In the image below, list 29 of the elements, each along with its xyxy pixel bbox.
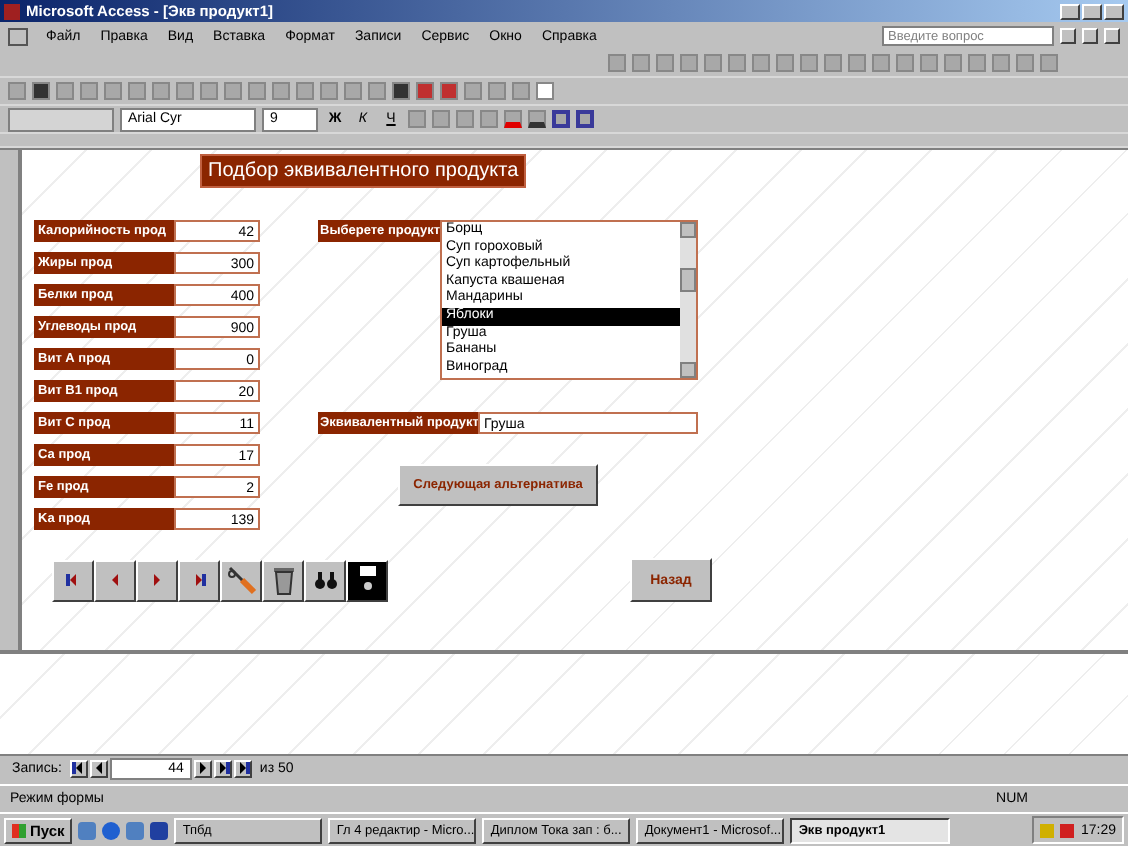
- tray-icon[interactable]: [1060, 823, 1075, 837]
- next-record-button[interactable]: [193, 759, 212, 777]
- scroll-down-icon[interactable]: [680, 362, 696, 378]
- minimize-button[interactable]: [1060, 3, 1080, 19]
- prev-record-button[interactable]: [94, 559, 136, 601]
- scroll-up-icon[interactable]: [680, 222, 696, 238]
- trash-can-icon: [269, 564, 297, 596]
- binoculars-button[interactable]: [304, 559, 346, 601]
- restore-button[interactable]: [1082, 3, 1102, 19]
- first-record-button[interactable]: [52, 559, 94, 601]
- scissors-icon: [225, 564, 257, 596]
- first-record-button[interactable]: [69, 759, 88, 777]
- scroll-thumb[interactable]: [680, 268, 696, 292]
- scissors-button[interactable]: [220, 559, 262, 601]
- windows-flag-icon: [12, 823, 26, 837]
- scrollbar[interactable]: [680, 222, 696, 378]
- next-record-button[interactable]: [136, 559, 178, 601]
- last-record-button[interactable]: [178, 559, 220, 601]
- browser-icon[interactable]: [102, 821, 121, 839]
- previous-record-button[interactable]: [89, 759, 108, 777]
- font-color-icon[interactable]: [504, 110, 522, 128]
- object-dropdown[interactable]: [8, 107, 114, 131]
- floppy-disk-button[interactable]: [346, 559, 388, 601]
- trash-can-button[interactable]: [262, 559, 304, 601]
- new-record-button[interactable]: [233, 759, 252, 777]
- line-color-icon[interactable]: [528, 110, 546, 128]
- close-button[interactable]: [1104, 3, 1124, 19]
- form-title: Подбор эквивалентного продукта: [200, 154, 527, 188]
- last-record-button[interactable]: [213, 759, 232, 777]
